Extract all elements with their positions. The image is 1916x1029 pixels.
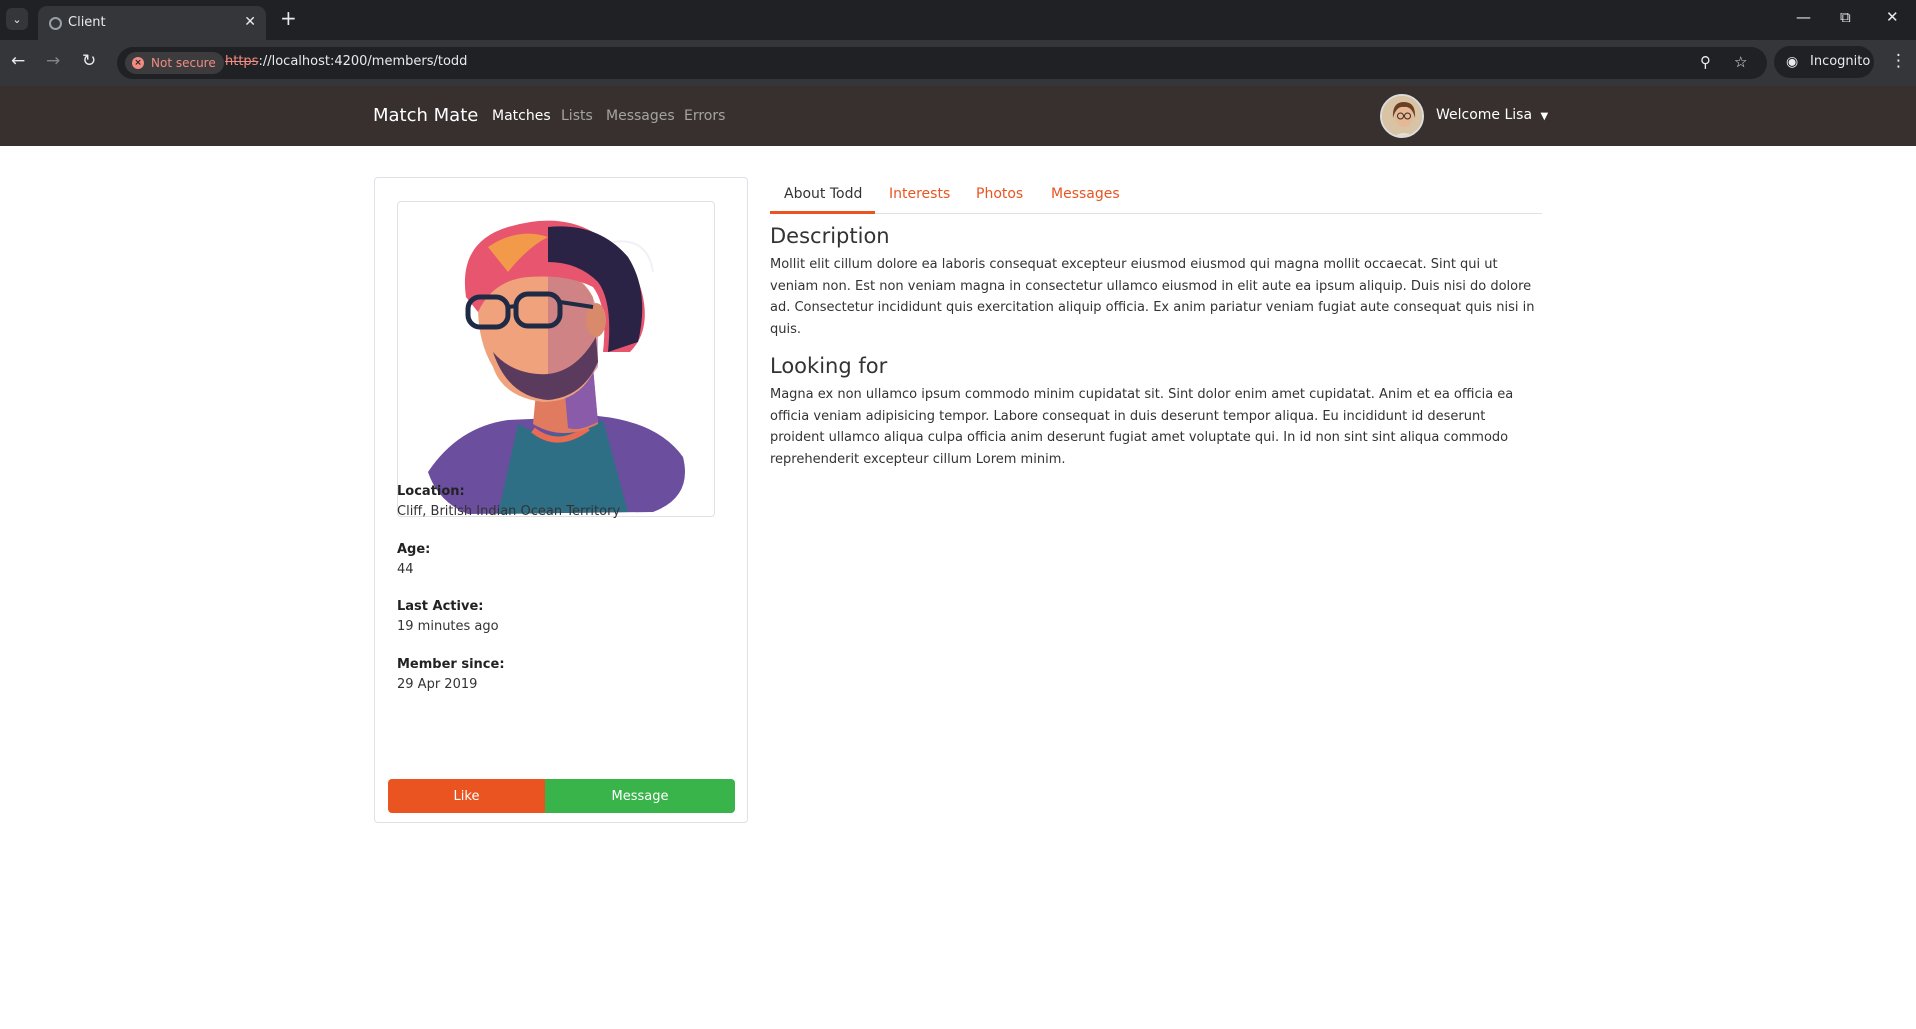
- tab-messages[interactable]: Messages: [1051, 186, 1120, 202]
- browser-tab[interactable]: Client ✕: [38, 6, 266, 40]
- age-label: Age:: [397, 542, 431, 557]
- close-window-icon[interactable]: ✕: [1886, 8, 1899, 26]
- url-scheme: https: [225, 54, 259, 69]
- card-actions: Like Message: [388, 779, 735, 813]
- tab-about[interactable]: About Todd: [784, 186, 862, 202]
- forward-arrow-icon[interactable]: →: [46, 51, 60, 71]
- incognito-label: Incognito: [1810, 54, 1871, 69]
- nav-link-messages[interactable]: Messages: [606, 108, 675, 124]
- incognito-badge[interactable]: ◉ Incognito: [1774, 46, 1874, 78]
- tab-search-chevron-icon[interactable]: ⌄: [6, 8, 28, 30]
- address-bar[interactable]: × Not secure https://localhost:4200/memb…: [117, 47, 1767, 79]
- looking-for-text: Magna ex non ullamco ipsum commodo minim…: [770, 387, 1514, 467]
- close-tab-icon[interactable]: ✕: [244, 14, 256, 30]
- member-tabs: About Todd Interests Photos Messages: [770, 177, 1542, 214]
- user-avatar[interactable]: [1380, 94, 1424, 138]
- member-card: Location: Cliff, British Indian Ocean Te…: [374, 177, 748, 823]
- url-path: ://localhost:4200/members/todd: [258, 54, 468, 69]
- member-photo: [397, 201, 715, 517]
- zoom-icon[interactable]: ⚲: [1700, 53, 1711, 71]
- new-tab-plus-icon[interactable]: +: [280, 6, 297, 30]
- about-panel: Description Mollit elit cillum dolore ea…: [770, 224, 1542, 470]
- tab-photos[interactable]: Photos: [976, 186, 1023, 202]
- tab-interests[interactable]: Interests: [889, 186, 950, 202]
- location-block: Location: Cliff, British Indian Ocean Te…: [397, 484, 620, 519]
- nav-link-lists[interactable]: Lists: [561, 108, 593, 124]
- back-arrow-icon[interactable]: ←: [11, 51, 25, 71]
- app-navbar: Match Mate Matches Lists Messages Errors…: [0, 86, 1916, 146]
- caret-down-icon: ▼: [1540, 111, 1549, 122]
- age-value: 44: [397, 562, 414, 577]
- restore-icon[interactable]: ⧉: [1840, 8, 1851, 26]
- incognito-icon: ◉: [1786, 54, 1799, 70]
- member-since-value: 29 Apr 2019: [397, 677, 478, 692]
- last-active-block: Last Active: 19 minutes ago: [397, 599, 499, 634]
- member-since-block: Member since: 29 Apr 2019: [397, 657, 505, 692]
- age-block: Age: 44: [397, 542, 430, 577]
- location-value: Cliff, British Indian Ocean Territory: [397, 504, 621, 519]
- last-active-label: Last Active:: [397, 599, 484, 614]
- description-text: Mollit elit cillum dolore ea laboris con…: [770, 257, 1535, 337]
- member-since-label: Member since:: [397, 657, 505, 672]
- security-chip[interactable]: × Not secure: [125, 52, 224, 74]
- user-dropdown[interactable]: Welcome Lisa ▼: [1436, 107, 1548, 123]
- browser-tabstrip: ⌄ Client ✕ + — ⧉ ✕: [0, 0, 1916, 40]
- globe-icon: [49, 17, 62, 30]
- browser-menu-icon[interactable]: ⋮: [1890, 51, 1907, 71]
- security-label: Not secure: [151, 56, 216, 70]
- warning-icon: ×: [132, 57, 144, 69]
- reload-icon[interactable]: ↻: [82, 51, 96, 71]
- nav-link-errors[interactable]: Errors: [684, 108, 725, 124]
- minimize-icon[interactable]: —: [1796, 8, 1811, 26]
- last-active-value: 19 minutes ago: [397, 619, 499, 634]
- looking-for-heading: Looking for: [770, 354, 888, 378]
- url-text[interactable]: https://localhost:4200/members/todd: [225, 54, 467, 69]
- brand-link[interactable]: Match Mate: [373, 105, 478, 126]
- message-button[interactable]: Message: [545, 779, 735, 813]
- tab-title: Client: [68, 15, 106, 30]
- browser-toolbar: ← → ↻ × Not secure https://localhost:420…: [0, 40, 1916, 86]
- bookmark-star-icon[interactable]: ☆: [1734, 53, 1747, 71]
- location-label: Location:: [397, 484, 465, 499]
- nav-link-matches[interactable]: Matches: [492, 108, 551, 124]
- like-button[interactable]: Like: [388, 779, 545, 813]
- active-tab-indicator: [770, 211, 875, 214]
- description-heading: Description: [770, 224, 890, 248]
- welcome-text: Welcome Lisa: [1436, 107, 1533, 123]
